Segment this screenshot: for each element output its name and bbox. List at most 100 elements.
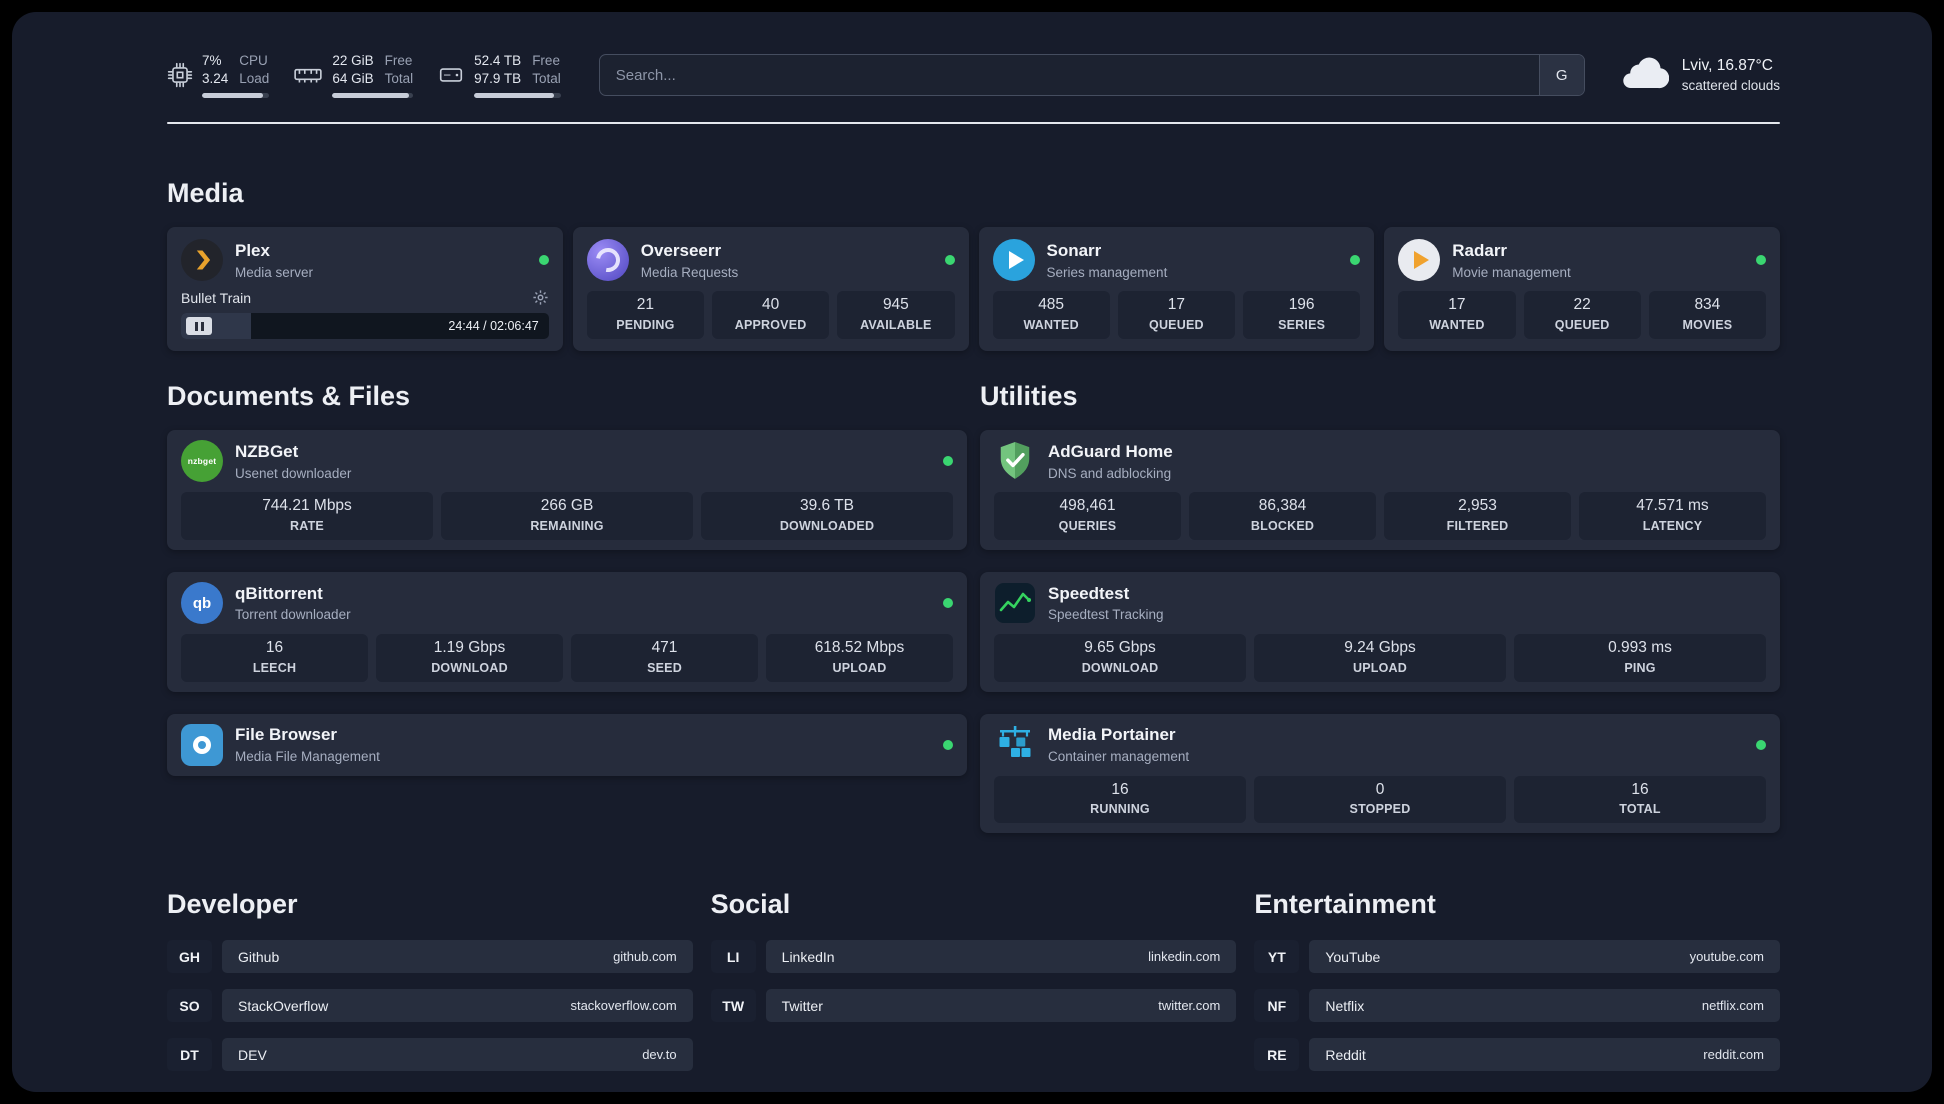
app-subtitle: Media Requests [640,264,739,280]
ram-free-value: 22 GiB [332,53,374,68]
app-name: AdGuard Home [1048,442,1173,462]
status-indicator [943,598,953,609]
status-indicator [944,255,955,266]
bookmark-name: Github [238,948,280,965]
ram-usage-bar [332,93,414,99]
stat-tile: 9.24 Gbps UPLOAD [1254,634,1506,682]
section-social: Social LI LinkedIn linkedin.com TW Twitt… [710,889,1237,1071]
ram-monitor: 22 GiB 64 GiB Free Total [293,52,414,99]
app-subtitle: Usenet downloader [235,465,352,481]
filebrowser-icon [181,723,223,766]
cpu-label: CPU [239,53,268,68]
bookmark-twitter[interactable]: TW Twitter twitter.com [710,989,1237,1023]
search-engine-button[interactable]: G [1538,55,1584,96]
stat-tile: 485 WANTED [992,291,1110,340]
app-subtitle: Speedtest Tracking [1048,607,1164,623]
app-card-overseerr[interactable]: Overseerr Media Requests 21 PENDING 40 A… [572,227,969,352]
bookmark-name: Reddit [1325,1046,1366,1063]
app-card-filebrowser[interactable]: File Browser Media File Management [167,713,967,776]
search-bar[interactable]: G [598,54,1585,97]
app-card-adguard[interactable]: AdGuard Home DNS and adblocking 498,461 … [980,430,1780,551]
divider [167,122,1780,125]
ram-free-label: Free [384,53,413,68]
speedtest-icon [994,582,1036,624]
stat-tile: 16 LEECH [181,634,368,682]
cpu-monitor: 7% 3.24 CPU Load [167,52,270,99]
weather-widget: Lviv, 16.87°C scattered clouds [1621,57,1780,94]
section-entertainment: Entertainment YT YouTube youtube.com NF … [1254,889,1780,1072]
bookmark-dev[interactable]: DT DEV dev.to [167,1038,693,1072]
bookmark-reddit[interactable]: RE Reddit reddit.com [1254,1038,1780,1072]
bookmark-url: github.com [613,949,677,965]
app-card-qbittorrent[interactable]: qb qBittorrent Torrent downloader 16 LEE… [167,572,967,692]
app-card-radarr[interactable]: Radarr Movie management 17 WANTED 22 QUE… [1384,227,1780,352]
section-title-social: Social [710,889,791,920]
bookmark-name: YouTube [1325,948,1381,965]
ram-total-value: 64 GiB [332,71,374,87]
gear-icon[interactable] [532,289,549,306]
app-card-nzbget[interactable]: nzbget NZBGet Usenet downloader 744.21 M… [167,430,967,551]
bookmark-stackoverflow[interactable]: SO StackOverflow stackoverflow.com [167,989,693,1023]
app-name: File Browser [235,725,338,745]
app-card-plex[interactable]: Plex Media server Bullet Train 24:44 / 0… [167,227,563,352]
nzbget-icon: nzbget [181,440,223,483]
disk-total-value: 97.9 TB [474,71,522,87]
bookmark-url: stackoverflow.com [570,998,677,1014]
section-developer: Developer GH Github github.com SO StackO… [167,889,693,1072]
status-indicator [943,739,953,750]
stat-tile: 17 WANTED [1398,291,1516,340]
search-input[interactable] [599,55,1539,96]
dashboard-panel: 7% 3.24 CPU Load 22 GiB 64 GiB Free Tota… [12,12,1932,1092]
stat-tile: 618.52 Mbps UPLOAD [766,634,953,682]
bookmark-linkedin[interactable]: LI LinkedIn linkedin.com [710,940,1237,974]
status-indicator [1756,739,1766,750]
app-card-speedtest[interactable]: Speedtest Speedtest Tracking 9.65 Gbps D… [980,572,1780,692]
disk-usage-bar [474,93,561,99]
stat-tile: 0.993 ms PING [1514,634,1766,682]
disk-total-label: Total [532,71,561,87]
app-name: Overseerr [640,241,722,261]
cpu-usage-bar [202,93,270,99]
dev-icon: DT [167,1038,212,1072]
section-title-entertainment: Entertainment [1254,889,1436,920]
status-indicator [538,255,549,266]
playback-time: 24:44 / 02:06:47 [448,319,539,334]
bookmark-github[interactable]: GH Github github.com [167,940,693,974]
section-title-documents: Documents & Files [167,381,411,412]
app-name: NZBGet [235,442,299,462]
cpu-load-label: Load [239,71,270,87]
stat-tile: 196 SERIES [1243,291,1361,340]
youtube-icon: YT [1254,940,1300,974]
stat-tile: 2,953 FILTERED [1384,492,1571,541]
netflix-icon: NF [1254,989,1300,1023]
disk-monitor: 52.4 TB 97.9 TB Free Total [437,52,561,99]
app-subtitle: Movie management [1452,264,1571,280]
bookmark-netflix[interactable]: NF Netflix netflix.com [1254,989,1780,1023]
app-subtitle: Media File Management [235,748,380,764]
ram-icon [293,62,323,88]
cpu-load-value: 3.24 [202,71,229,87]
bookmark-url: youtube.com [1689,949,1764,965]
stat-tile: 1.19 Gbps DOWNLOAD [376,634,563,682]
weather-location: Lviv, 16.87°C [1681,57,1773,75]
reddit-icon: RE [1254,1038,1300,1072]
app-name: Sonarr [1046,241,1102,261]
app-name: Radarr [1452,241,1508,261]
ram-total-label: Total [384,71,414,87]
stat-tile: 744.21 Mbps RATE [181,492,433,541]
plex-icon [181,239,223,282]
twitter-icon: TW [710,989,756,1023]
portainer-icon [994,724,1036,766]
bookmark-name: StackOverflow [238,997,329,1014]
app-subtitle: Torrent downloader [235,607,351,623]
status-indicator [943,456,953,467]
app-card-sonarr[interactable]: Sonarr Series management 485 WANTED 17 Q… [978,227,1375,352]
stat-tile: 22 QUEUED [1523,291,1641,340]
radarr-icon [1398,239,1441,282]
seek-bar[interactable]: 24:44 / 02:06:47 [181,313,549,340]
stat-tile: 21 PENDING [586,291,704,340]
stat-tile: 39.6 TB DOWNLOADED [701,492,953,541]
bookmark-youtube[interactable]: YT YouTube youtube.com [1254,940,1780,974]
app-card-portainer[interactable]: Media Portainer Container management 16 … [980,713,1780,834]
pause-button[interactable] [186,317,212,336]
